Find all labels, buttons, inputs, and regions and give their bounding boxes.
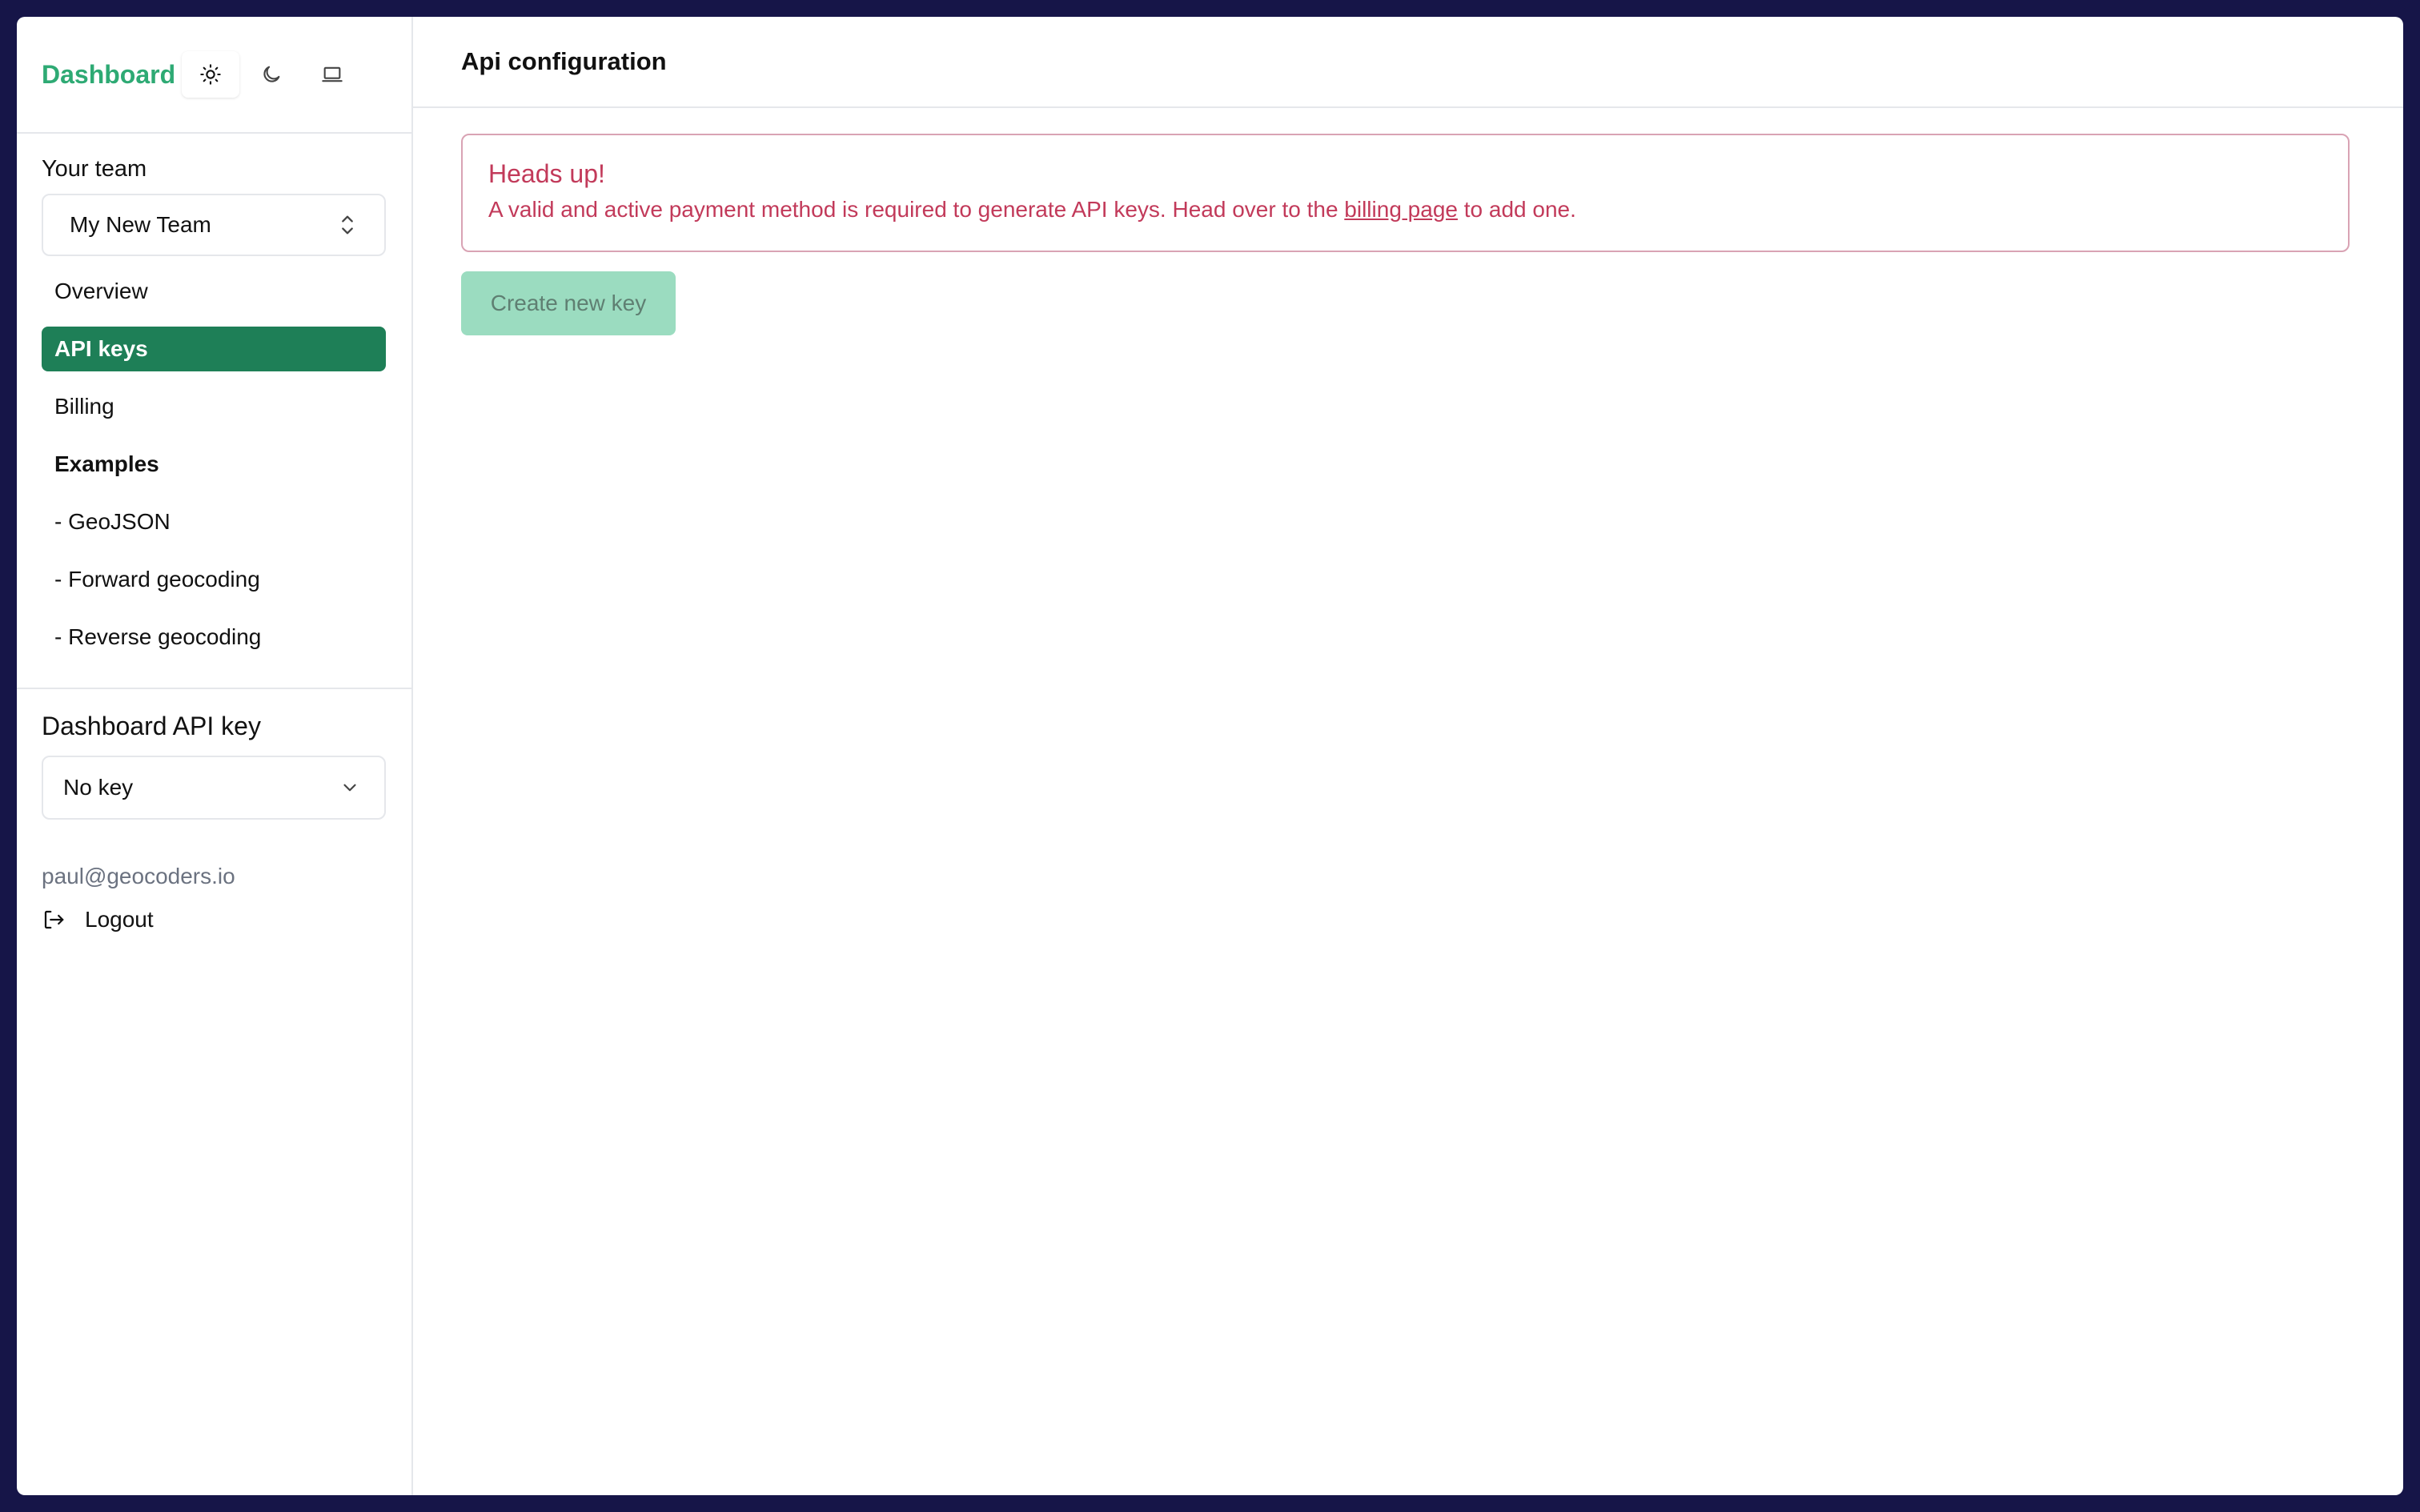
sidebar-item-geojson[interactable]: - GeoJSON — [42, 499, 386, 544]
main-content: Api configuration Heads up! A valid and … — [413, 17, 2403, 1495]
alert-body: A valid and active payment method is req… — [488, 197, 2322, 223]
sidebar-nav: Overview API keys Billing Examples - Geo… — [42, 269, 387, 660]
moon-icon — [263, 66, 280, 82]
sidebar-item-overview[interactable]: Overview — [42, 269, 386, 314]
logout-icon — [44, 910, 64, 929]
chevron-down-icon — [343, 784, 356, 792]
user-section: paul@geocoders.io Logout — [42, 864, 235, 932]
alert-text-after: to add one. — [1457, 197, 1576, 222]
light-theme-button[interactable] — [182, 51, 240, 98]
create-new-key-button[interactable]: Create new key — [461, 271, 676, 335]
dark-theme-button[interactable] — [243, 51, 300, 98]
sidebar-item-billing[interactable]: Billing — [42, 384, 386, 429]
main-header: Api configuration — [413, 17, 2403, 108]
team-select-value: My New Team — [70, 212, 211, 237]
system-theme-button[interactable] — [303, 51, 361, 98]
team-label: Your team — [42, 156, 147, 182]
api-key-select-value: No key — [63, 775, 134, 800]
team-section: Your team My New Team Overview API keys … — [17, 134, 411, 660]
billing-page-link[interactable]: billing page — [1344, 197, 1458, 222]
api-key-select[interactable]: No key — [42, 756, 386, 820]
brand-row: Dashboard — [17, 17, 411, 134]
api-key-label: Dashboard API key — [42, 712, 261, 740]
brand-link[interactable]: Dashboard — [42, 60, 175, 90]
sidebar-item-api-keys[interactable]: API keys — [42, 327, 386, 371]
team-select[interactable]: My New Team — [42, 194, 386, 256]
sidebar-divider — [17, 688, 411, 689]
user-email: paul@geocoders.io — [42, 864, 235, 888]
laptop-icon — [322, 66, 343, 82]
sidebar-item-reverse-geocoding[interactable]: - Reverse geocoding — [42, 615, 386, 660]
sidebar-item-forward-geocoding[interactable]: - Forward geocoding — [42, 557, 386, 602]
alert-text-before: A valid and active payment method is req… — [488, 197, 1345, 222]
api-key-section: Dashboard API key No key — [42, 712, 386, 820]
sidebar-heading-examples: Examples — [54, 451, 159, 476]
payment-alert: Heads up! A valid and active payment met… — [461, 134, 2350, 252]
chevron-up-down-icon — [342, 215, 353, 235]
sidebar: Dashboard Your team My New Team Overview… — [17, 17, 413, 1495]
page-title: Api configuration — [461, 47, 667, 75]
logout-button[interactable]: Logout — [42, 907, 235, 932]
logout-label: Logout — [85, 907, 154, 932]
alert-title: Heads up! — [488, 159, 605, 188]
app-window: Dashboard Your team My New Team Overview… — [17, 17, 2403, 1495]
sun-icon — [200, 64, 221, 85]
